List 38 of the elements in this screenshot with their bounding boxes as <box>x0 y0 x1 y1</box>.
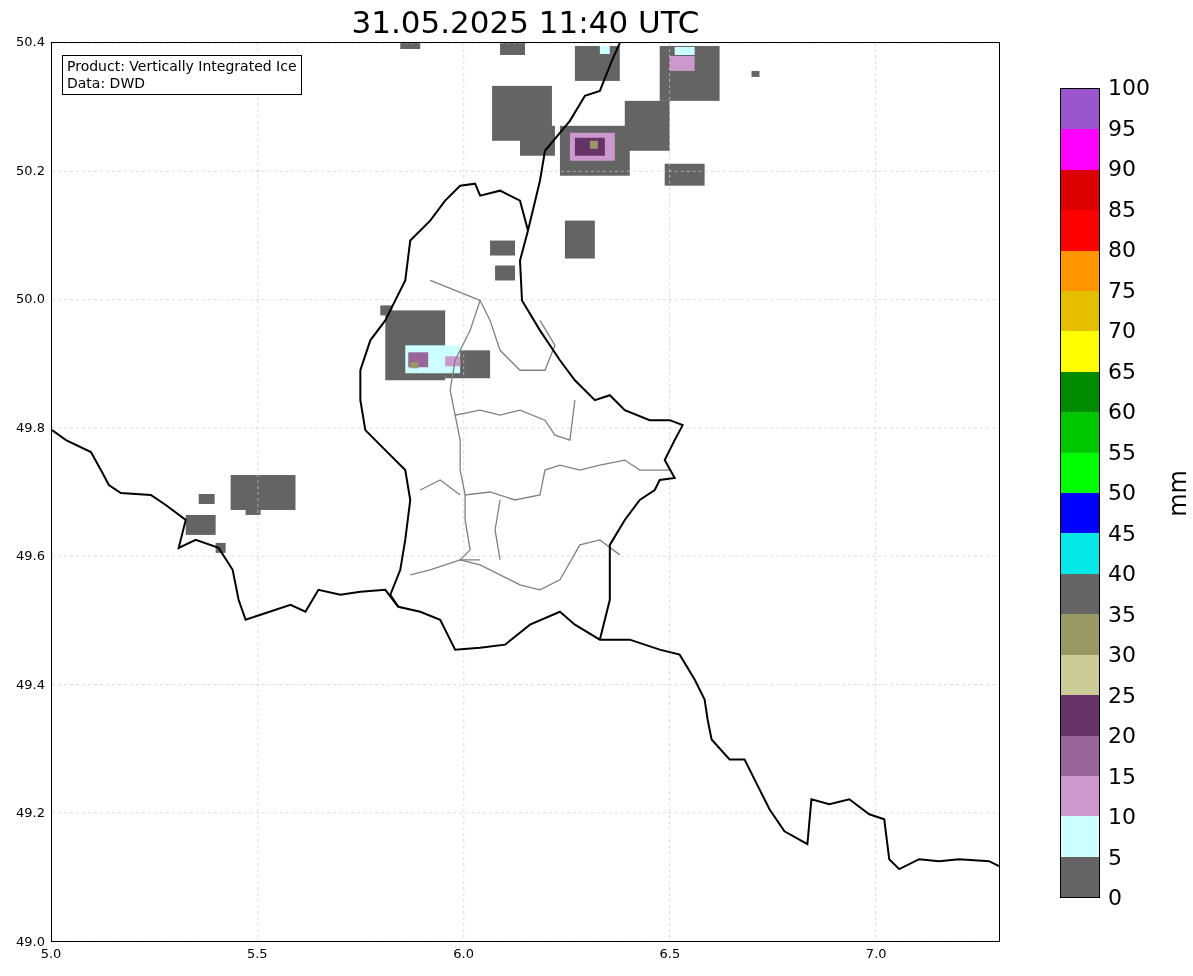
colorbar-tick-label: 100 <box>1108 75 1150 101</box>
chart-title: 31.05.2025 11:40 UTC <box>351 3 700 42</box>
y-tick-label: 49.0 <box>16 934 45 949</box>
colorbar-tick-label: 30 <box>1108 642 1136 668</box>
x-tick-label: 6.5 <box>659 946 681 962</box>
colorbar-tick-label: 85 <box>1108 196 1136 223</box>
colorbar-tick-label: 60 <box>1108 399 1136 425</box>
x-tick-label: 5.5 <box>246 946 268 962</box>
colorbar-tick-label: 0 <box>1108 885 1122 911</box>
y-tick-label: 49.6 <box>16 548 45 565</box>
y-tick-label: 49.2 <box>16 805 45 822</box>
colorbar-tick-label: 20 <box>1108 723 1136 749</box>
x-tick-label: 6.0 <box>453 946 474 962</box>
colorbar-tick-label: 80 <box>1108 237 1136 263</box>
y-tick-label: 50.4 <box>16 34 45 50</box>
colorbar-tick-label: 95 <box>1108 115 1136 142</box>
x-tick-label: 5.0 <box>40 946 62 962</box>
colorbar-tick-label: 75 <box>1108 277 1136 304</box>
colorbar-tick-label: 25 <box>1108 682 1136 709</box>
x-tick-label: 7.0 <box>865 946 887 962</box>
info-text: Product: Vertically Integrated Ice <box>67 58 297 75</box>
colorbar-tick-label: 70 <box>1108 318 1136 344</box>
colorbar-tick-label: 10 <box>1108 804 1136 830</box>
colorbar-tick-label: 50 <box>1108 480 1136 506</box>
colorbar-label: mm <box>1163 469 1193 517</box>
colorbar-tick-label: 15 <box>1108 763 1136 790</box>
colorbar-tick-label: 5 <box>1108 844 1122 871</box>
y-tick-label: 49.8 <box>16 419 45 436</box>
y-tick-label: 49.4 <box>16 676 45 693</box>
colorbar-tick-label: 35 <box>1108 601 1136 628</box>
y-tick-label: 50.2 <box>16 162 45 179</box>
colorbar-tick-label: 45 <box>1108 520 1136 547</box>
info-text: Data: DWD <box>67 75 146 92</box>
y-tick-label: 50.0 <box>16 291 45 308</box>
colorbar-tick-label: 65 <box>1108 358 1136 385</box>
colorbar-tick-label: 40 <box>1108 561 1136 587</box>
colorbar-tick-label: 90 <box>1108 156 1136 182</box>
colorbar-tick-label: 55 <box>1108 439 1136 466</box>
